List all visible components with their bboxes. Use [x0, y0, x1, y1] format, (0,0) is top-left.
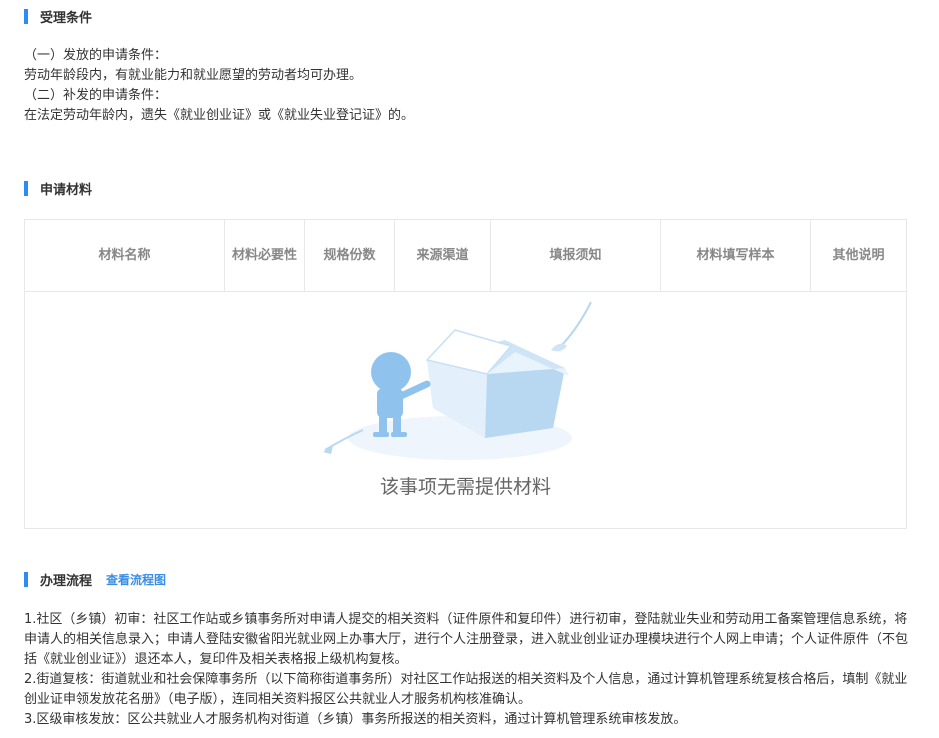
section-title-text: 申请材料 — [40, 182, 93, 198]
process-text: 1.社区（乡镇）初审：社区工作站或乡镇事务所对申请人提交的相关资料（证件原件和复… — [24, 610, 914, 730]
section-marker — [24, 571, 28, 587]
conditions-line: 在法定劳动年龄内，遗失《就业创业证》或《就业失业登记证》的。 — [24, 108, 415, 123]
column-header: 规格份数 — [305, 220, 395, 291]
conditions-line: （二）补发的申请条件： — [24, 88, 168, 103]
process-step: 2.街道复核：街道就业和社会保障事务所（以下简称街道事务所）对社区工作站报送的相… — [24, 672, 908, 707]
column-header: 材料必要性 — [225, 220, 305, 291]
materials-empty-state: 该事项无需提供材料 — [25, 292, 906, 530]
conditions-text: （一）发放的申请条件： 劳动年龄段内，有就业能力和就业愿望的劳动者均可办理。 （… — [24, 46, 914, 126]
empty-state-text: 该事项无需提供材料 — [379, 476, 551, 498]
section-marker — [24, 180, 28, 196]
materials-table: 材料名称 材料必要性 规格份数 来源渠道 填报须知 材料填写样本 其他说明 该事… — [24, 219, 907, 529]
materials-table-header: 材料名称 材料必要性 规格份数 来源渠道 填报须知 材料填写样本 其他说明 — [25, 220, 906, 292]
column-header: 材料填写样本 — [661, 220, 811, 291]
section-title-materials: 申请材料 — [24, 180, 93, 198]
column-header: 材料名称 — [25, 220, 225, 291]
process-step: 3.区级审核发放：区公共就业人才服务机构对街道（乡镇）事务所报送的相关资料，通过… — [24, 712, 687, 727]
section-title-text: 办理流程 — [40, 573, 93, 589]
column-header: 来源渠道 — [395, 220, 491, 291]
conditions-line: 劳动年龄段内，有就业能力和就业愿望的劳动者均可办理。 — [24, 68, 363, 83]
section-marker — [24, 8, 28, 24]
empty-box-illustration-icon — [323, 301, 592, 460]
process-step: 1.社区（乡镇）初审：社区工作站或乡镇事务所对申请人提交的相关资料（证件原件和复… — [24, 612, 909, 667]
section-title-process: 办理流程 查看流程图 — [24, 571, 166, 589]
column-header: 其他说明 — [832, 247, 885, 263]
column-header: 填报须知 — [491, 220, 661, 291]
conditions-line: （一）发放的申请条件： — [24, 48, 168, 63]
view-flowchart-link[interactable]: 查看流程图 — [106, 571, 166, 588]
section-title-text: 受理条件 — [40, 10, 93, 26]
section-title-conditions: 受理条件 — [24, 8, 93, 26]
